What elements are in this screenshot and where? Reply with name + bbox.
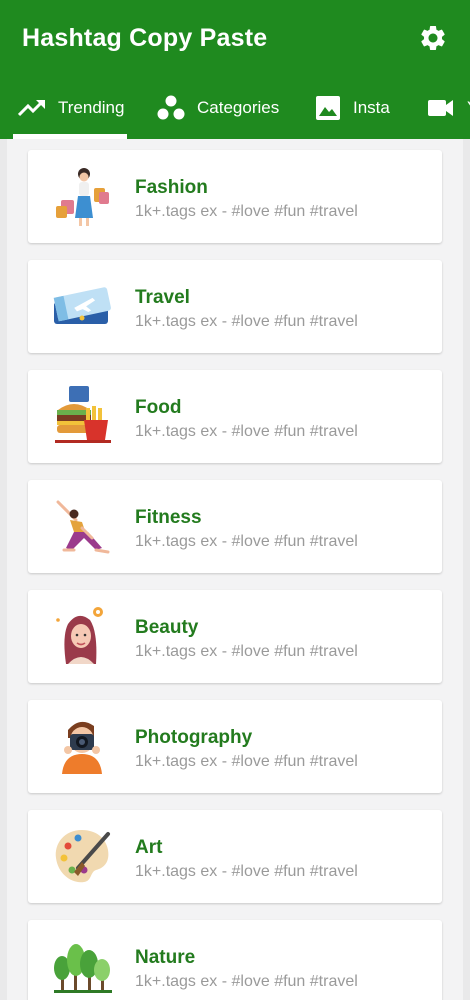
app-bar: Hashtag Copy Paste (0, 0, 470, 76)
paint-palette-icon (55, 830, 110, 883)
category-card-art[interactable]: Art 1k+.tags ex - #love #fun #travel (28, 810, 442, 903)
category-title: Beauty (135, 617, 199, 638)
category-title: Nature (135, 947, 196, 968)
image-icon (316, 95, 340, 120)
category-card-nature[interactable]: Nature 1k+.tags ex - #love #fun #travel (28, 920, 442, 1000)
category-card-food[interactable]: Food 1k+.tags ex - #love #fun #travel (28, 370, 442, 463)
video-icon (428, 99, 453, 116)
tab-video[interactable]: Y (427, 76, 470, 139)
category-card-photography[interactable]: Photography 1k+.tags ex - #love #fun #tr… (28, 700, 442, 793)
category-card-fashion[interactable]: Fashion 1k+.tags ex - #love #fun #travel (28, 150, 442, 243)
yoga-pose-icon (56, 500, 110, 554)
photographer-icon (62, 721, 102, 774)
tab-categories[interactable]: Categories (157, 76, 279, 139)
category-subtitle: 1k+.tags ex - #love #fun #travel (135, 533, 358, 550)
tab-label: Insta (353, 97, 390, 117)
category-subtitle: 1k+.tags ex - #love #fun #travel (135, 973, 358, 990)
category-subtitle: 1k+.tags ex - #love #fun #travel (135, 863, 358, 880)
plane-ticket-icon (53, 287, 111, 324)
tab-trending[interactable]: Trending (18, 76, 124, 139)
trending-up-icon (18, 99, 45, 116)
category-title: Food (135, 397, 182, 418)
category-title: Travel (135, 287, 190, 308)
tab-bar: Trending Categories Insta Y (0, 76, 470, 139)
tab-insta[interactable]: Insta (315, 76, 390, 139)
category-subtitle: 1k+.tags ex - #love #fun #travel (135, 313, 358, 330)
category-title: Photography (135, 727, 253, 748)
app-title: Hashtag Copy Paste (22, 23, 268, 52)
category-title: Fitness (135, 507, 202, 528)
fashion-shopping-icon (56, 168, 109, 226)
category-title: Fashion (135, 177, 208, 198)
category-list: Fashion 1k+.tags ex - #love #fun #travel… (7, 139, 463, 1000)
tab-label: Trending (58, 97, 125, 117)
category-subtitle: 1k+.tags ex - #love #fun #travel (135, 423, 358, 440)
categories-dots-icon (157, 95, 185, 119)
gear-icon[interactable] (418, 23, 448, 53)
category-card-beauty[interactable]: Beauty 1k+.tags ex - #love #fun #travel (28, 590, 442, 683)
category-card-travel[interactable]: Travel 1k+.tags ex - #love #fun #travel (28, 260, 442, 353)
category-subtitle: 1k+.tags ex - #love #fun #travel (135, 203, 358, 220)
tab-label: Categories (197, 97, 280, 117)
beauty-woman-icon (56, 607, 103, 664)
category-subtitle: 1k+.tags ex - #love #fun #travel (135, 753, 358, 770)
burger-fries-icon (55, 386, 111, 443)
trees-icon (54, 944, 112, 993)
category-title: Art (135, 837, 163, 858)
category-card-fitness[interactable]: Fitness 1k+.tags ex - #love #fun #travel (28, 480, 442, 573)
category-subtitle: 1k+.tags ex - #love #fun #travel (135, 643, 358, 660)
